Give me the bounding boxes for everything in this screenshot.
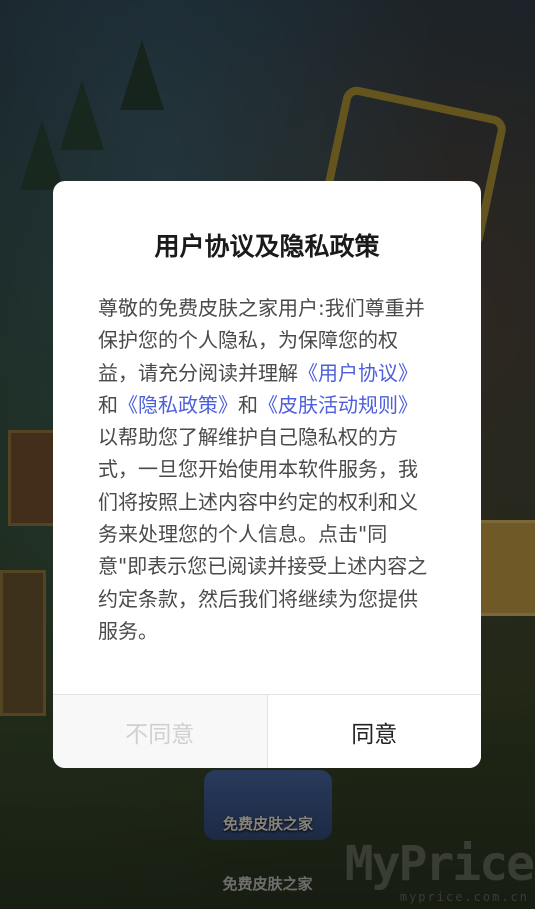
- disagree-button[interactable]: 不同意: [53, 695, 268, 768]
- dialog-body: 尊敬的免费皮肤之家用户:我们尊重并保护您的个人隐私，为保障您的权益，请充分阅读并…: [98, 292, 428, 647]
- dialog-actions: 不同意 同意: [53, 694, 481, 768]
- body-text: 以帮助您了解维护自己隐私权的方式，一旦您开始使用本软件服务，我们将按照上述内容中…: [98, 425, 428, 643]
- agree-button[interactable]: 同意: [267, 695, 481, 768]
- privacy-dialog: 用户协议及隐私政策 尊敬的免费皮肤之家用户:我们尊重并保护您的个人隐私，为保障您…: [53, 181, 481, 768]
- user-agreement-link[interactable]: 《用户协议》: [298, 361, 418, 385]
- body-text: 和: [98, 392, 118, 417]
- body-text: 和: [238, 392, 258, 417]
- activity-rules-link[interactable]: 《皮肤活动规则》: [258, 393, 418, 417]
- dialog-title: 用户协议及隐私政策: [154, 232, 380, 261]
- privacy-policy-link[interactable]: 《隐私政策》: [118, 393, 238, 417]
